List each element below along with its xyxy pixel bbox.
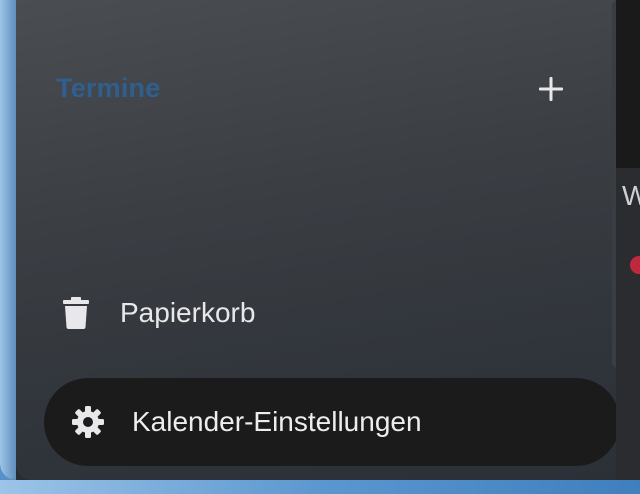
calendar-window: Termine Papierkorb Kalender-Einstellunge… — [0, 0, 640, 480]
calendar-settings-button[interactable]: Kalender-Einstellungen — [44, 378, 620, 466]
section-title: Termine — [56, 72, 161, 103]
calendars-section-header: Termine — [56, 70, 563, 106]
sidebar-item-label: Papierkorb — [120, 297, 256, 328]
sidebar-item-trash[interactable]: Papierkorb — [56, 290, 556, 336]
gear-icon — [68, 402, 108, 442]
event-color-dot — [630, 256, 640, 274]
main-content-edge: W — [616, 0, 640, 480]
main-partial-heading: W — [622, 180, 640, 211]
plus-icon — [539, 77, 563, 101]
add-calendar-button[interactable] — [536, 74, 566, 104]
trash-icon — [56, 293, 96, 333]
window-left-edge — [0, 0, 16, 480]
sidebar: Termine Papierkorb Kalender-Einstellunge… — [16, 0, 624, 480]
desktop-background — [0, 480, 640, 494]
main-header-area — [616, 0, 640, 168]
calendar-settings-label: Kalender-Einstellungen — [132, 406, 422, 437]
